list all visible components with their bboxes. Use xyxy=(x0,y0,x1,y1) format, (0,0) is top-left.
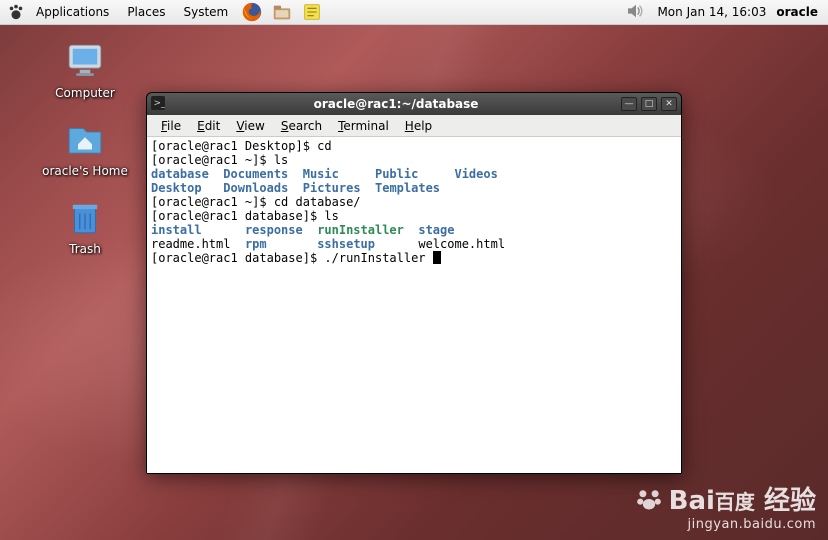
home-folder-icon[interactable]: oracle's Home xyxy=(40,118,130,178)
dir: response xyxy=(245,223,303,237)
desktop-icons: Computer oracle's Home Trash xyxy=(40,40,130,256)
titlebar[interactable]: >_ oracle@rac1:~/database — □ ✕ xyxy=(147,93,681,115)
window-buttons: — □ ✕ xyxy=(621,97,677,111)
term-line: [oracle@rac1 ~]$ ls xyxy=(151,153,288,167)
trash-bin-icon xyxy=(64,196,106,238)
menu-help[interactable]: Help xyxy=(397,117,440,135)
menu-file[interactable]: File xyxy=(153,117,189,135)
notes-icon[interactable] xyxy=(300,1,324,23)
term-line: [oracle@rac1 database]$ ls xyxy=(151,209,339,223)
dir: sshsetup xyxy=(317,237,375,251)
computer-label: Computer xyxy=(55,86,115,100)
wm-text: 百度 xyxy=(715,490,755,514)
menu-search[interactable]: Search xyxy=(273,117,330,135)
term-line: [oracle@rac1 ~]$ cd database/ xyxy=(151,195,361,209)
close-button[interactable]: ✕ xyxy=(661,97,677,111)
dir: Pictures xyxy=(303,181,361,195)
menubar: File Edit View Search Terminal Help xyxy=(147,115,681,137)
file-manager-icon[interactable] xyxy=(270,1,294,23)
dir: Public xyxy=(375,167,418,181)
exe: runInstaller xyxy=(317,223,404,237)
home-label: oracle's Home xyxy=(42,164,128,178)
menu-applications[interactable]: Applications xyxy=(28,2,117,22)
menu-places[interactable]: Places xyxy=(119,2,173,22)
wm-text: Bai xyxy=(669,486,715,516)
dir: Templates xyxy=(375,181,440,195)
computer-icon[interactable]: Computer xyxy=(40,40,130,100)
clock[interactable]: Mon Jan 14, 16:03 xyxy=(657,5,766,19)
menu-terminal[interactable]: Terminal xyxy=(330,117,397,135)
svg-text:>_: >_ xyxy=(154,98,165,108)
terminal-window: >_ oracle@rac1:~/database — □ ✕ File Edi… xyxy=(146,92,682,474)
term-line: [oracle@rac1 database]$ ./runInstaller xyxy=(151,251,433,265)
file: welcome.html xyxy=(418,237,505,251)
watermark-brand: Bai百度 经验 xyxy=(635,480,816,517)
menu-view[interactable]: View xyxy=(228,117,272,135)
dir: Music xyxy=(303,167,339,181)
dir: install xyxy=(151,223,202,237)
window-title: oracle@rac1:~/database xyxy=(171,97,621,111)
folder-home-icon xyxy=(64,118,106,160)
watermark: Bai百度 经验 jingyan.baidu.com xyxy=(635,480,816,532)
trash-label: Trash xyxy=(69,242,101,256)
desktop-background: Applications Places System Mon Jan 14, 1… xyxy=(0,0,828,540)
firefox-icon[interactable] xyxy=(240,1,264,23)
watermark-url: jingyan.baidu.com xyxy=(635,517,816,532)
file: readme.html xyxy=(151,237,230,251)
top-panel: Applications Places System Mon Jan 14, 1… xyxy=(0,0,828,25)
gnome-foot-icon[interactable] xyxy=(6,3,26,21)
paw-icon xyxy=(635,485,663,513)
term-line: [oracle@rac1 Desktop]$ cd xyxy=(151,139,332,153)
terminal-app-icon: >_ xyxy=(151,96,167,113)
dir: stage xyxy=(418,223,454,237)
dir: Documents xyxy=(223,167,288,181)
dir: database xyxy=(151,167,209,181)
monitor-icon xyxy=(64,40,106,82)
maximize-button[interactable]: □ xyxy=(641,97,657,111)
panel-right: Mon Jan 14, 16:03 oracle xyxy=(625,3,822,21)
volume-icon[interactable] xyxy=(625,3,647,21)
cursor xyxy=(433,251,441,264)
wm-text: 经验 xyxy=(764,486,816,516)
dir: Downloads xyxy=(223,181,288,195)
dir: Videos xyxy=(454,167,497,181)
menu-edit[interactable]: Edit xyxy=(189,117,228,135)
minimize-button[interactable]: — xyxy=(621,97,637,111)
user-menu[interactable]: oracle xyxy=(776,5,822,19)
dir: Desktop xyxy=(151,181,202,195)
trash-icon[interactable]: Trash xyxy=(40,196,130,256)
menu-system[interactable]: System xyxy=(175,2,236,22)
dir: rpm xyxy=(245,237,267,251)
panel-left: Applications Places System xyxy=(6,1,326,23)
terminal-output[interactable]: [oracle@rac1 Desktop]$ cd [oracle@rac1 ~… xyxy=(147,137,681,473)
